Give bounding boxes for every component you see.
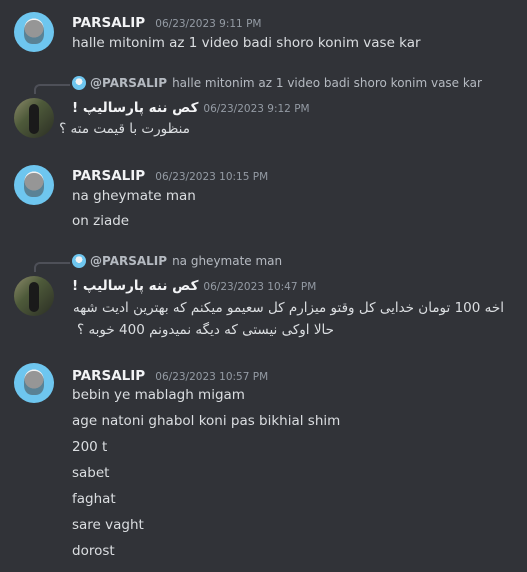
reply-username[interactable]: @PARSALIP [90,254,167,268]
message-text: dorost [72,543,115,559]
reply-spine [34,262,70,272]
message-header: PARSALIP 06/23/2023 10:15 PM [72,165,268,184]
avatar[interactable] [14,98,54,138]
message-text: age natoni ghabol koni pas bikhial shim [72,413,341,429]
reply-username[interactable]: @PARSALIP [90,76,167,90]
message-text: sare vaght [72,517,144,533]
message-text: na gheymate man [72,188,196,204]
message-text: اخه 100 تومان خدایی کل وقتو میزارم کل سع… [72,300,504,316]
username[interactable]: PARSALIP [72,368,145,384]
reply-preview[interactable]: @PARSALIP na gheymate man [72,254,282,268]
message-text: حالا اوکی نیستی که دیگه نمیدونم 400 خوبه… [76,322,334,338]
username[interactable]: کص ننه پارسالیپ ! [72,100,198,116]
avatar[interactable] [14,165,54,205]
avatar[interactable] [14,276,54,316]
timestamp: 06/23/2023 10:57 PM [155,371,269,383]
message-text: bebin ye mablagh migam [72,387,245,403]
reply-text: na gheymate man [172,254,283,268]
reply-avatar [72,254,86,268]
message-text: on ziade [72,213,130,229]
message-text: 200 t [72,439,108,455]
avatar[interactable] [14,363,54,403]
avatar[interactable] [14,12,54,52]
reply-text: halle mitonim az 1 video badi shoro koni… [172,76,482,90]
message-header: PARSALIP 06/23/2023 9:11 PM [72,12,261,31]
message-text: sabet [72,465,110,481]
username[interactable]: PARSALIP [72,168,145,184]
timestamp: 06/23/2023 9:12 PM [203,103,310,115]
message-header: کص ننه پارسالیپ ! 06/23/2023 9:12 PM [72,100,310,116]
timestamp: 06/23/2023 10:15 PM [155,171,269,183]
message-text: faghat [72,491,116,507]
reply-spine [34,84,70,94]
message-header: PARSALIP 06/23/2023 10:57 PM [72,365,268,384]
username[interactable]: کص ننه پارسالیپ ! [72,278,198,294]
username[interactable]: PARSALIP [72,15,145,31]
reply-preview[interactable]: @PARSALIP halle mitonim az 1 video badi … [72,76,482,90]
message-text: halle mitonim az 1 video badi shoro koni… [72,35,421,51]
reply-avatar [72,76,86,90]
message-header: کص ننه پارسالیپ ! 06/23/2023 10:47 PM [72,278,316,294]
message-text: منظورت با قیمت مته ؟ [59,121,190,137]
timestamp: 06/23/2023 10:47 PM [203,281,317,293]
timestamp: 06/23/2023 9:11 PM [155,18,262,30]
